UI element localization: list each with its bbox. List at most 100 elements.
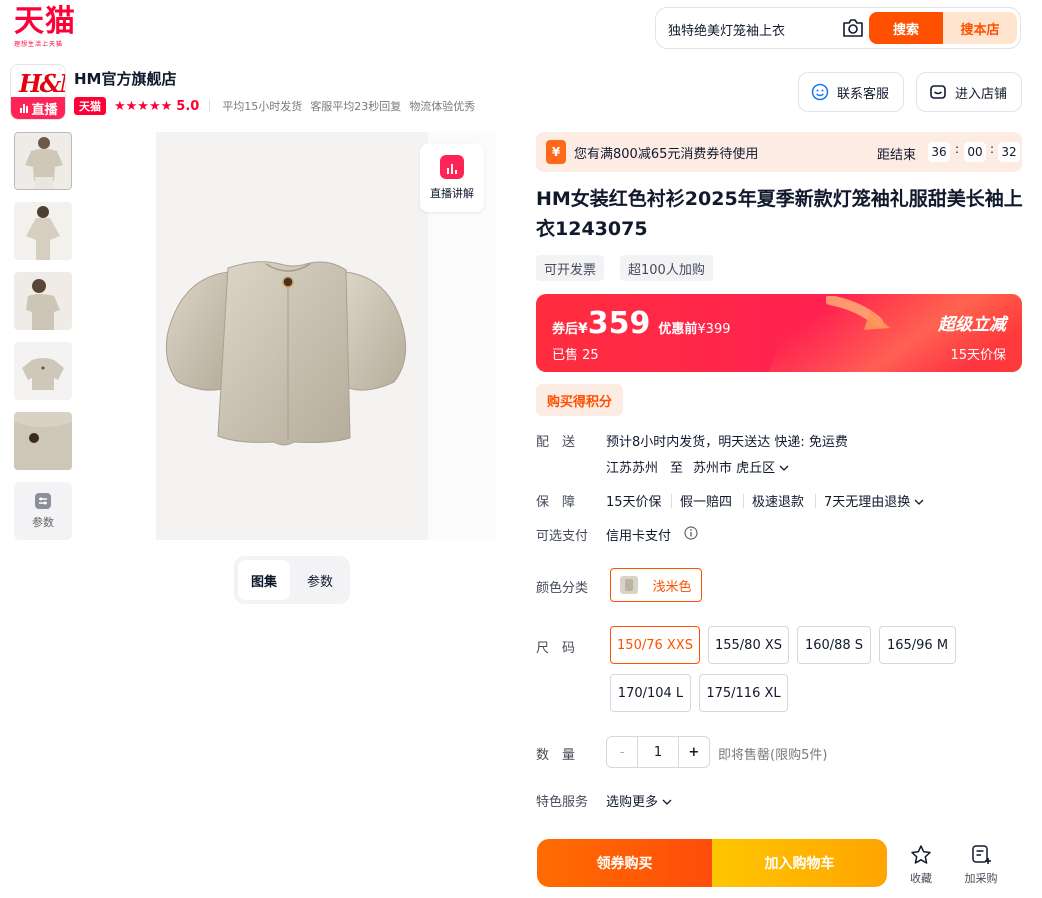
contact-service-label: 联系客服 — [837, 86, 890, 102]
chevron-down-icon — [662, 799, 672, 805]
currency-symbol: ¥ — [578, 321, 588, 337]
quantity-stepper: - 1 + — [606, 736, 710, 768]
logo-text: 天猫 — [14, 4, 76, 39]
divider — [815, 494, 816, 508]
points-badge[interactable]: 购买得积分 — [536, 384, 624, 416]
size-option[interactable]: 165/96 M — [879, 626, 956, 664]
divider — [743, 494, 744, 508]
sold-count: 已售 25 — [552, 348, 599, 363]
delivery-destination[interactable]: 苏州市 虎丘区 — [693, 457, 789, 476]
store-live-badge[interactable]: 直播 — [11, 97, 65, 119]
camera-icon[interactable] — [842, 18, 864, 38]
gallery-thumb[interactable] — [14, 342, 72, 400]
store-name[interactable]: HM官方旗舰店 — [74, 68, 176, 89]
live-chart-icon — [440, 155, 464, 179]
search-input[interactable] — [668, 18, 838, 40]
delivery-destination-label: 苏州市 虎丘区 — [693, 461, 776, 476]
live-explain-button[interactable]: 直播讲解 — [420, 144, 484, 212]
size-option[interactable]: 160/88 S — [797, 626, 871, 664]
enter-store-label: 进入店铺 — [955, 86, 1008, 102]
live-bars-icon — [20, 103, 29, 113]
original-price-label: 优惠前 — [658, 322, 698, 337]
store-meta-shipping: 平均15小时发货 — [222, 100, 303, 113]
guarantee-return-label: 7天无理由退换 — [824, 495, 911, 510]
customer-service-icon — [811, 83, 829, 101]
purchase-list-icon — [972, 845, 991, 864]
tab-gallery[interactable]: 图集 — [238, 560, 290, 600]
tmall-tag: 天猫 — [74, 97, 106, 115]
countdown-hours: 36 — [928, 142, 950, 162]
gallery-thumb[interactable] — [14, 202, 72, 260]
coupon-bar[interactable]: ¥ 您有满800减65元消费券待使用 距结束 36 : 00 : 32 — [536, 132, 1022, 172]
guarantee-return[interactable]: 7天无理由退换 — [824, 491, 924, 510]
color-option[interactable]: 浅米色 — [610, 568, 702, 602]
params-thumb-label: 参数 — [32, 516, 54, 529]
super-discount-label: 超级立减 — [938, 315, 1006, 335]
contact-service-button[interactable]: 联系客服 — [798, 72, 904, 112]
divider — [209, 100, 211, 112]
product-title: HM女装红色衬衫2025年夏季新款灯笼袖礼服甜美长袖上衣1243075 — [536, 188, 1023, 240]
info-icon[interactable] — [684, 526, 698, 540]
tab-params[interactable]: 参数 — [294, 560, 346, 600]
store-icon — [930, 85, 946, 99]
arrow-icon — [826, 296, 890, 330]
delivery-to-word: 至 — [670, 461, 684, 476]
service-label: 特色服务 — [536, 795, 589, 810]
increment-button[interactable]: + — [677, 737, 709, 767]
store-meta-logistics: 物流体验优秀 — [409, 100, 476, 113]
store-live-label: 直播 — [31, 102, 58, 118]
size-option[interactable]: 155/80 XS — [708, 626, 789, 664]
gallery-thumb[interactable] — [14, 272, 72, 330]
live-explain-label: 直播讲解 — [430, 187, 474, 200]
decrement-button[interactable]: - — [607, 737, 639, 767]
delivery-from: 江苏苏州 — [606, 461, 659, 476]
price-guarantee: 15天价保 — [950, 348, 1006, 363]
favorite-label: 收藏 — [910, 872, 932, 885]
guarantee-fake-compensation: 假一赔四 — [680, 495, 733, 510]
gallery-thumb[interactable] — [14, 412, 72, 470]
product-thumb-image — [14, 272, 72, 330]
enter-store-button[interactable]: 进入店铺 — [916, 72, 1022, 112]
size-option[interactable]: 150/76 XXS — [610, 626, 700, 664]
service-more[interactable]: 选购更多 — [606, 791, 672, 810]
after-coupon-label: 券后 — [552, 322, 579, 337]
divider — [671, 494, 672, 508]
chevron-down-icon — [914, 499, 924, 505]
buy-button[interactable]: 领券购买 — [537, 839, 712, 887]
delivery-estimate: 预计8小时内发货，明天送达 快递: 免运费 — [606, 435, 848, 450]
tmall-logo[interactable]: 天猫 理想生活上天猫 — [14, 6, 94, 50]
countdown-minutes: 00 — [964, 142, 986, 162]
product-thumb-image — [14, 342, 72, 400]
quantity-label: 数 量 — [536, 748, 576, 763]
coupon-text: 您有满800减65元消费券待使用 — [574, 146, 759, 162]
color-option-label: 浅米色 — [652, 579, 692, 595]
guarantee-price-protect: 15天价保 — [606, 495, 662, 510]
invoice-tag: 可开发票 — [536, 255, 605, 281]
store-info: 天猫 ★★★★★ 5.0 平均15小时发货 客服平均23秒回复 物流体验优秀 — [74, 96, 483, 116]
countdown-label: 距结束 — [877, 148, 917, 163]
add-to-cart-button[interactable]: 加入购物车 — [712, 839, 887, 887]
color-swatch — [620, 576, 639, 594]
product-thumb-image — [15, 133, 71, 189]
gallery-thumb[interactable] — [14, 132, 72, 190]
favorite-button[interactable]: 收藏 — [899, 844, 943, 886]
search-box: 搜索 搜本店 — [655, 7, 1021, 49]
countdown-seconds: 32 — [998, 142, 1020, 162]
product-thumb-image — [14, 412, 72, 470]
quantity-input[interactable]: 1 — [638, 737, 677, 767]
search-button[interactable]: 搜索 — [869, 12, 943, 44]
add-purchase-label: 加采购 — [964, 872, 998, 885]
size-option[interactable]: 175/116 XL — [699, 674, 788, 712]
rating-stars: ★★★★★ — [114, 98, 173, 114]
product-thumb-image — [14, 202, 72, 260]
payment-label: 可选支付 — [536, 529, 589, 544]
params-thumb[interactable]: 参数 — [14, 482, 72, 540]
params-icon — [35, 493, 51, 509]
chevron-down-icon — [779, 465, 789, 471]
gallery-tabs: 图集 参数 — [234, 556, 350, 604]
search-store-button[interactable]: 搜本店 — [943, 12, 1017, 44]
size-option[interactable]: 170/104 L — [610, 674, 691, 712]
price-value: 359 — [587, 306, 651, 341]
add-purchase-button[interactable]: 加采购 — [959, 844, 1003, 886]
store-logo[interactable]: H&M 直播 — [10, 64, 66, 120]
